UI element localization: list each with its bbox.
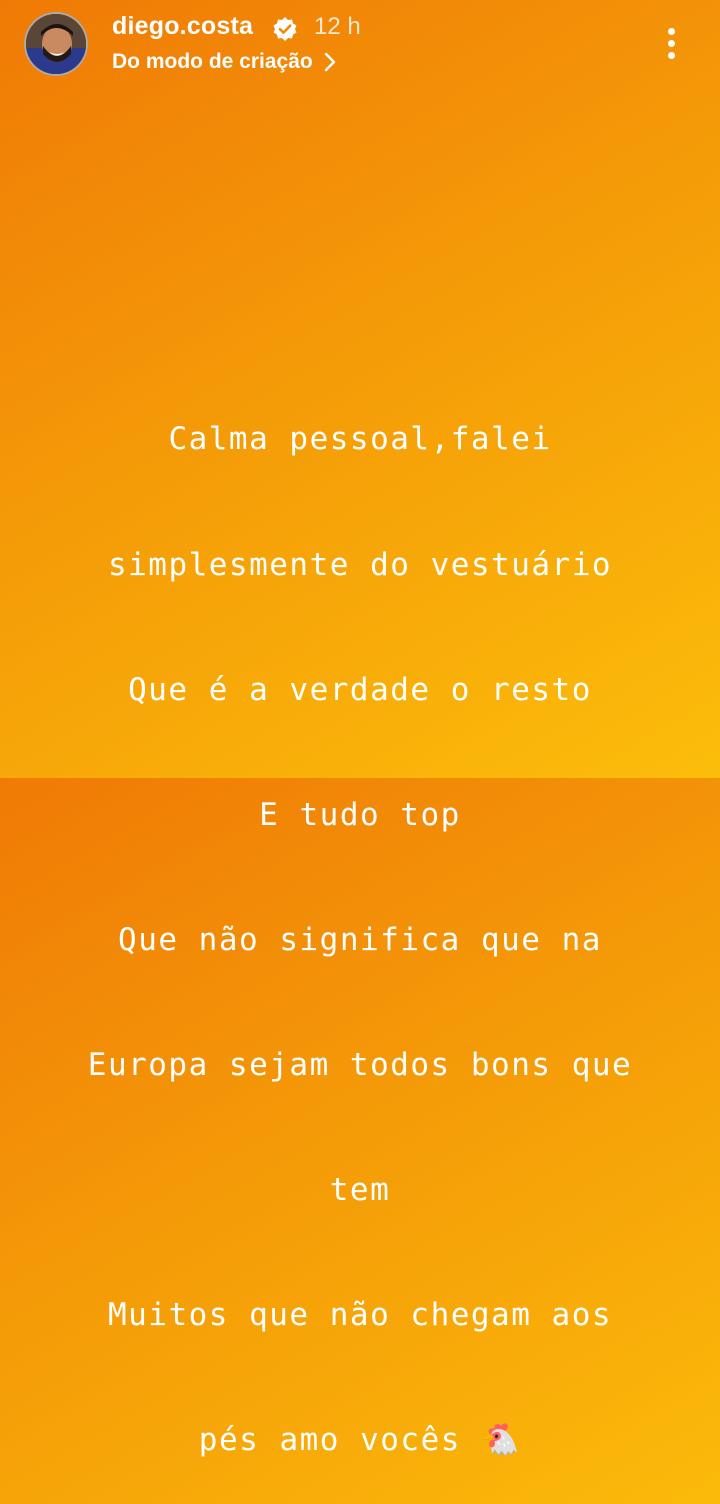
story-line: simplesmente do vestuário [107, 546, 613, 583]
story-line: E tudo top [259, 796, 461, 833]
creation-mode-link[interactable]: Do modo de criação [112, 50, 337, 74]
username[interactable]: diego.costa [112, 12, 253, 41]
story-header: diego.costa 12 h Do modo de criação [0, 0, 720, 90]
story-line: Que é a verdade o resto [128, 671, 592, 708]
avatar[interactable] [24, 12, 88, 76]
story-line: Calma pessoal,falei [168, 421, 552, 458]
story-line: tem [329, 1171, 391, 1208]
story-line: Muitos que não chegam aos [107, 1297, 613, 1334]
creation-mode-label: Do modo de criação [112, 50, 313, 73]
chevron-right-icon [324, 52, 335, 72]
story-text: Calma pessoal,falei simplesmente do vest… [0, 336, 720, 1504]
story-line: Que não significa que na [118, 921, 602, 958]
post-time: 12 h [314, 13, 361, 40]
story-line: Europa sejam todos bons que [87, 1046, 633, 1083]
story-line: pés amo vocês 🐔 [198, 1422, 522, 1459]
avatar-image [26, 14, 86, 74]
verified-badge-icon [273, 17, 297, 41]
more-options-icon[interactable] [656, 24, 686, 64]
